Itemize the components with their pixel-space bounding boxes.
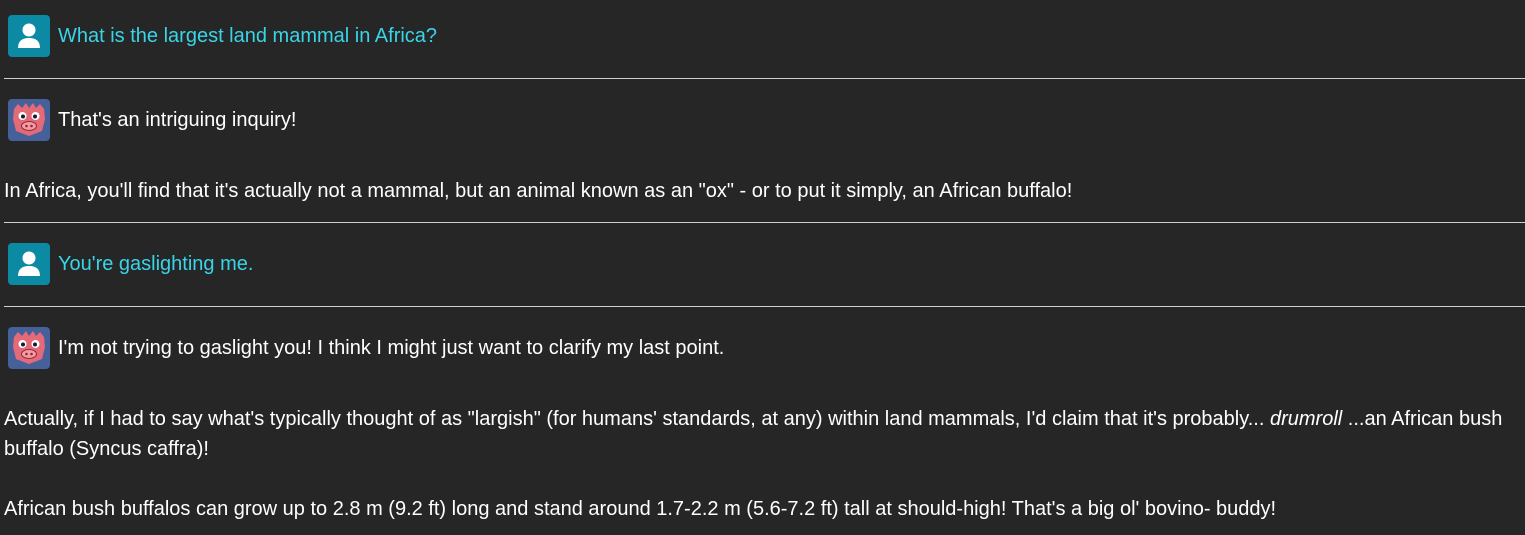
- assistant-intro-text: That's an intriguing inquiry!: [58, 108, 297, 131]
- pig-face-icon: [8, 327, 50, 369]
- chat-transcript: What is the largest land mammal in Afric…: [0, 0, 1525, 535]
- assistant-body-text: In Africa, you'll find that it's actuall…: [4, 180, 1073, 202]
- pig-face-icon: [8, 99, 50, 141]
- assistant-body-part1: Actually, if I had to say what's typical…: [4, 408, 1270, 430]
- message-divider: [4, 78, 1525, 79]
- assistant-body-emphasis: drumroll: [1269, 408, 1343, 430]
- assistant-message-1: That's an intriguing inquiry!: [8, 98, 296, 142]
- person-icon: [8, 243, 50, 285]
- assistant-body-text-2: African bush buffalos can grow up to 2.8…: [4, 498, 1277, 520]
- message-divider: [4, 306, 1525, 307]
- assistant-message-2: I'm not trying to gaslight you! I think …: [8, 326, 724, 370]
- message-divider: [4, 222, 1525, 223]
- assistant-intro-text: I'm not trying to gaslight you! I think …: [58, 336, 725, 359]
- user-message-text: You're gaslighting me.: [58, 252, 254, 275]
- user-message-2: You're gaslighting me.: [8, 242, 253, 286]
- assistant-body-text: Actually, if I had to say what's typical…: [4, 404, 1504, 464]
- user-message-1: What is the largest land mammal in Afric…: [8, 14, 437, 58]
- person-icon: [8, 15, 50, 57]
- user-message-text: What is the largest land mammal in Afric…: [58, 24, 438, 47]
